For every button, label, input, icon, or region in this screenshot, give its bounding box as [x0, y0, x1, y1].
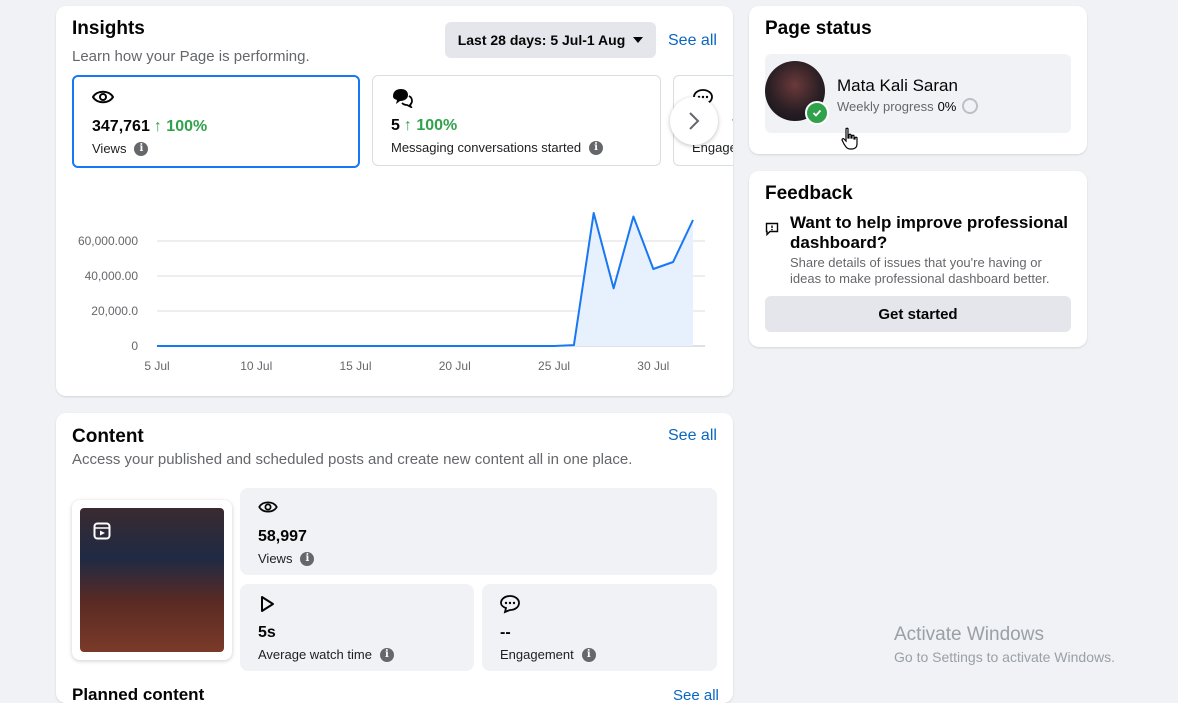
content-watch-time-label: Average watch time i	[258, 647, 394, 662]
info-icon[interactable]: i	[379, 647, 394, 662]
views-chart: 0 20,000.0 40,000.00 60,000.000 5 Jul 10 Jul 1…	[78, 212, 705, 373]
y-tick-label: 40,000.00	[85, 269, 139, 283]
insights-card: Insights Learn how your Page is performi…	[56, 6, 733, 396]
metric-views-value: 347,761 ↑ 100%	[92, 118, 208, 135]
weekly-progress-value: 0%	[937, 98, 957, 114]
feedback-icon	[765, 222, 779, 236]
reel-icon	[93, 522, 111, 540]
planned-see-all-link[interactable]: See all	[673, 687, 719, 703]
x-tick-label: 30 Jul	[637, 359, 669, 373]
date-range-label: Last 28 days: 5 Jul-1 Aug	[457, 32, 626, 48]
progress-ring-icon	[962, 98, 979, 114]
content-see-all-link[interactable]: See all	[668, 427, 717, 445]
content-views-label: Views i	[258, 551, 315, 566]
date-range-dropdown[interactable]: Last 28 days: 5 Jul-1 Aug	[445, 22, 656, 58]
feedback-title: Feedback	[765, 183, 853, 204]
metric-engagement-value: 74	[732, 117, 733, 135]
content-engagement-label: Engagement i	[500, 647, 596, 662]
content-engagement-tile: -- Engagement i	[482, 584, 717, 671]
y-tick-label: 60,000.000	[78, 234, 138, 248]
metric-messaging-change: ↑ 100%	[403, 117, 458, 134]
weekly-progress-label: Weekly progress	[837, 98, 934, 114]
windows-watermark-subtitle: Go to Settings to activate Windows.	[894, 649, 1115, 665]
metric-views-change: ↑ 100%	[153, 118, 208, 135]
insights-title: Insights	[72, 18, 145, 39]
feedback-question: Want to help improve professional dashbo…	[790, 213, 1069, 252]
hand-cursor-icon	[841, 127, 858, 150]
weekly-progress: Weekly progress 0%	[837, 98, 979, 114]
info-icon[interactable]: i	[300, 551, 315, 566]
planned-content-heading: Planned content	[72, 685, 205, 703]
checkmark-icon	[805, 101, 829, 125]
y-tick-label: 0	[131, 339, 138, 353]
eye-icon	[92, 90, 114, 104]
insights-see-all-link[interactable]: See all	[668, 32, 717, 50]
x-tick-label: 25 Jul	[538, 359, 570, 373]
eye-icon	[258, 501, 278, 513]
content-watch-time-tile: 5s Average watch time i	[240, 584, 474, 671]
content-title: Content	[72, 426, 144, 447]
get-started-button[interactable]: Get started	[765, 296, 1071, 332]
metrics-next-button[interactable]	[670, 97, 718, 145]
page-name: Mata Kali Saran	[837, 76, 958, 95]
content-engagement-value: --	[500, 624, 511, 641]
post-thumbnail[interactable]	[72, 500, 232, 660]
caret-down-icon	[633, 37, 644, 43]
feedback-description: Share details of issues that you're havi…	[790, 255, 1050, 286]
windows-watermark-title: Activate Windows	[894, 624, 1044, 645]
content-views-tile: 58,997 Views i	[240, 488, 717, 575]
play-icon	[261, 596, 274, 612]
feedback-card: Feedback Want to help improve profession…	[749, 171, 1087, 347]
metric-messaging-value: 5 ↑ 100%	[391, 117, 458, 134]
content-subtitle: Access your published and scheduled post…	[72, 451, 633, 468]
info-icon[interactable]: i	[581, 647, 596, 662]
metric-views-label: Views i	[92, 141, 149, 156]
x-tick-label: 5 Jul	[144, 359, 169, 373]
chat-dots-icon	[500, 595, 520, 614]
metric-messaging-label: Messaging conversations started i	[391, 140, 604, 155]
x-tick-label: 10 Jul	[240, 359, 272, 373]
chat-bubbles-icon	[393, 89, 413, 108]
x-tick-label: 15 Jul	[340, 359, 372, 373]
content-card: Content See all Access your published an…	[56, 413, 733, 703]
metric-card-views[interactable]: 347,761 ↑ 100% Views i	[72, 75, 360, 168]
info-icon[interactable]: i	[589, 140, 604, 155]
info-icon[interactable]: i	[134, 141, 149, 156]
insights-subtitle: Learn how your Page is performing.	[72, 48, 310, 65]
metric-card-messaging[interactable]: 5 ↑ 100% Messaging conversations started i	[372, 75, 661, 166]
page-status-title: Page status	[765, 18, 872, 39]
chevron-right-icon	[689, 112, 700, 130]
y-tick-label: 20,000.0	[91, 304, 138, 318]
page-status-item[interactable]: Mata Kali Saran Weekly progress 0%	[765, 54, 1071, 133]
series-area	[157, 213, 693, 346]
page-status-card: Page status Mata Kali Saran Weekly progr…	[749, 6, 1087, 154]
content-views-value: 58,997	[258, 528, 307, 545]
content-watch-time-value: 5s	[258, 624, 276, 641]
x-tick-label: 20 Jul	[439, 359, 471, 373]
